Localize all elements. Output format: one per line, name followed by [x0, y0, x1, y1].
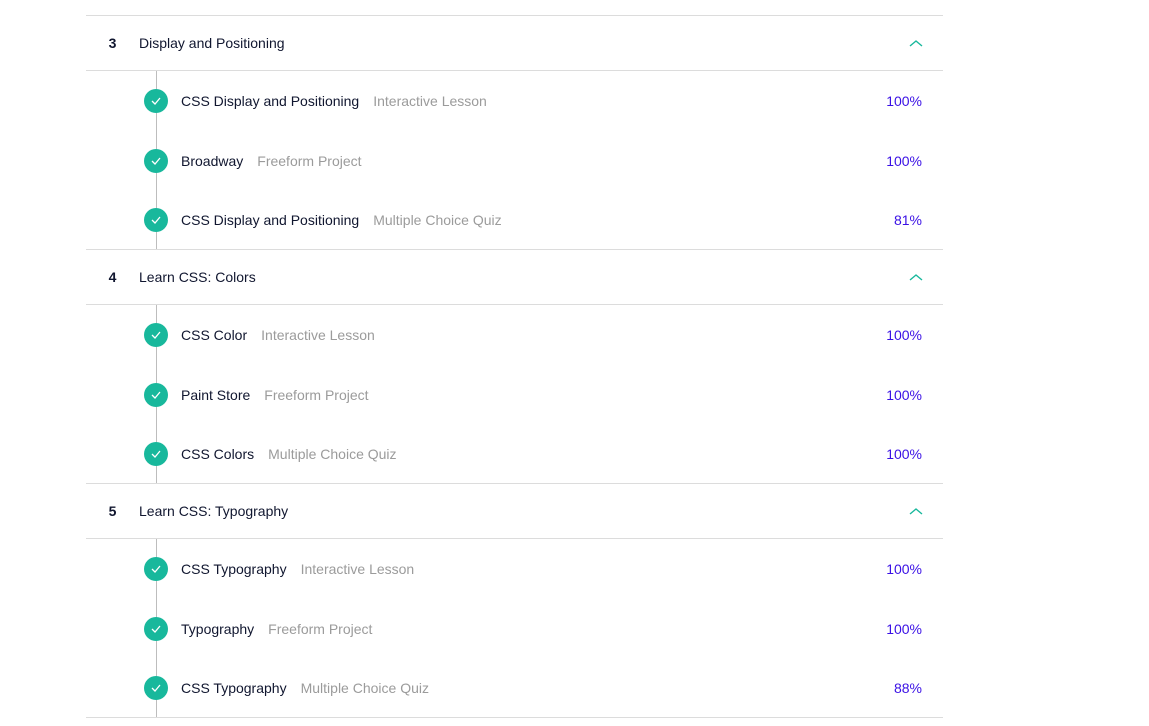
lesson-title-line: Paint Store Freeform Project: [181, 387, 369, 403]
syllabus-list: 3 Display and Positioning CSS Display an…: [86, 15, 943, 718]
lesson-item[interactable]: CSS Typography Multiple Choice Quiz 88%: [86, 675, 943, 701]
module-header[interactable]: 4 Learn CSS: Colors: [86, 250, 943, 305]
check-circle-icon: [144, 617, 168, 641]
lesson-type: Multiple Choice Quiz: [373, 212, 502, 228]
module-number: 4: [108, 269, 117, 285]
module-section: 3 Display and Positioning CSS Display an…: [86, 16, 943, 250]
lesson-item[interactable]: Paint Store Freeform Project 100%: [86, 382, 943, 408]
lesson-type: Multiple Choice Quiz: [300, 680, 429, 696]
lesson-score: 100%: [886, 387, 922, 403]
lesson-title: Typography: [181, 621, 255, 637]
lesson-title: CSS Display and Positioning: [181, 93, 360, 109]
lesson-score: 100%: [886, 446, 922, 462]
module-title: Display and Positioning: [139, 35, 285, 51]
lesson-title: CSS Color: [181, 327, 248, 343]
lesson-title-line: CSS Display and Positioning Interactive L…: [181, 93, 487, 109]
lesson-type: Multiple Choice Quiz: [268, 446, 397, 462]
lesson-title-line: CSS Typography Multiple Choice Quiz: [181, 680, 429, 696]
lesson-item[interactable]: CSS Typography Interactive Lesson 100%: [86, 556, 943, 582]
check-circle-icon: [144, 383, 168, 407]
lesson-item[interactable]: CSS Display and Positioning Multiple Choi…: [86, 207, 943, 233]
lesson-score: 100%: [886, 327, 922, 343]
module-title: Learn CSS: Typography: [139, 503, 289, 519]
lesson-score: 100%: [886, 561, 922, 577]
lesson-item[interactable]: Typography Freeform Project 100%: [86, 616, 943, 642]
module-section: 5 Learn CSS: Typography CSS Typography In…: [86, 484, 943, 718]
lesson-type: Freeform Project: [268, 621, 373, 637]
check-circle-icon: [144, 323, 168, 347]
lesson-title-line: Typography Freeform Project: [181, 621, 372, 637]
lesson-title: CSS Typography: [181, 561, 287, 577]
lesson-type: Interactive Lesson: [300, 561, 415, 577]
lesson-score: 100%: [886, 621, 922, 637]
module-number: 5: [108, 503, 117, 519]
module-header[interactable]: 5 Learn CSS: Typography: [86, 484, 943, 539]
check-circle-icon: [144, 557, 168, 581]
lesson-type: Freeform Project: [264, 387, 369, 403]
module-header[interactable]: 3 Display and Positioning: [86, 16, 943, 71]
module-section: 4 Learn CSS: Colors CSS Color Interactive…: [86, 250, 943, 484]
lesson-list: CSS Color Interactive Lesson 100% Paint S…: [86, 305, 943, 484]
lesson-type: Freeform Project: [257, 153, 362, 169]
lesson-score: 100%: [886, 153, 922, 169]
lesson-title: Broadway: [181, 153, 244, 169]
check-circle-icon: [144, 442, 168, 466]
lesson-item[interactable]: Broadway Freeform Project 100%: [86, 148, 943, 174]
lesson-title: Paint Store: [181, 387, 251, 403]
lesson-list: CSS Typography Interactive Lesson 100% Ty…: [86, 539, 943, 718]
chevron-up-icon[interactable]: [909, 506, 923, 516]
check-circle-icon: [144, 89, 168, 113]
lesson-type: Interactive Lesson: [261, 327, 375, 343]
lesson-title-line: Broadway Freeform Project: [181, 153, 362, 169]
lesson-item[interactable]: CSS Color Interactive Lesson 100%: [86, 322, 943, 348]
lesson-item[interactable]: CSS Colors Multiple Choice Quiz 100%: [86, 441, 943, 467]
lesson-list: CSS Display and Positioning Interactive L…: [86, 71, 943, 250]
lesson-title: CSS Display and Positioning: [181, 212, 360, 228]
lesson-title-line: CSS Color Interactive Lesson: [181, 327, 375, 343]
lesson-item[interactable]: CSS Display and Positioning Interactive L…: [86, 88, 943, 114]
lesson-score: 81%: [893, 212, 922, 228]
lesson-score: 100%: [886, 93, 922, 109]
check-circle-icon: [144, 208, 168, 232]
module-number: 3: [108, 35, 117, 51]
module-title: Learn CSS: Colors: [139, 269, 256, 285]
lesson-title: CSS Colors: [181, 446, 255, 462]
lesson-title-line: CSS Colors Multiple Choice Quiz: [181, 446, 397, 462]
check-circle-icon: [144, 676, 168, 700]
lesson-score: 88%: [893, 680, 922, 696]
lesson-type: Interactive Lesson: [373, 93, 487, 109]
check-circle-icon: [144, 149, 168, 173]
chevron-up-icon[interactable]: [909, 272, 923, 282]
lesson-title-line: CSS Typography Interactive Lesson: [181, 561, 414, 577]
lesson-title-line: CSS Display and Positioning Multiple Choi…: [181, 212, 502, 228]
chevron-up-icon[interactable]: [909, 38, 923, 48]
lesson-title: CSS Typography: [181, 680, 287, 696]
